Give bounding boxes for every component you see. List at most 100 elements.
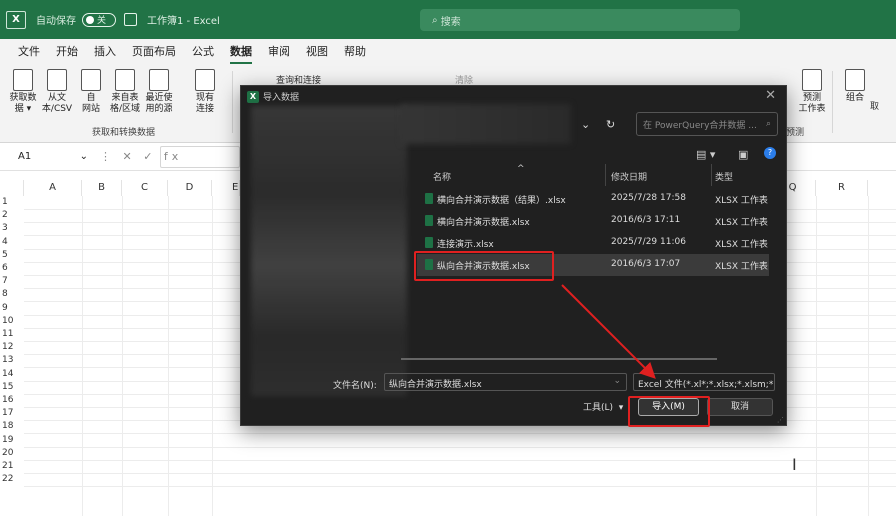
chevron-down-icon: ⌄ (79, 151, 88, 162)
get-data-button[interactable]: 获取数 据 ▾ (6, 69, 40, 115)
row-header[interactable]: 21 (0, 461, 24, 471)
group-forecast: 预测 (786, 128, 805, 138)
from-web-button[interactable]: 自 网站 (74, 69, 108, 115)
search-box[interactable]: ⌕ 搜索 (420, 9, 740, 31)
autosave-toggle[interactable]: 关 (82, 12, 116, 27)
recent-sources-button[interactable]: 最近使 用的源 (142, 69, 176, 115)
row-header[interactable]: 12 (0, 342, 24, 352)
row-header[interactable]: 4 (0, 237, 24, 247)
row-header[interactable]: 19 (0, 435, 24, 445)
tab-file[interactable]: 文件 (10, 43, 48, 65)
autosave-state: 关 (97, 16, 107, 26)
from-text-csv-label: 从文 本/CSV (41, 93, 73, 114)
tools-button[interactable]: 工具(L) ▾ (583, 400, 623, 413)
file-type-select[interactable]: Excel 文件(*.xl*;*.xlsx;*.xlsm;* (633, 373, 775, 391)
cancel-button[interactable]: 取消 (707, 398, 773, 416)
dialog-search-box[interactable]: 在 PowerQuery合并数据 ... ⌕ (636, 112, 778, 136)
row-header[interactable]: 10 (0, 316, 24, 326)
column-header[interactable]: E (212, 180, 240, 196)
excel-logo-icon: X (6, 10, 26, 29)
tab-insert[interactable]: 插入 (86, 43, 124, 65)
horizontal-scrollbar[interactable] (401, 358, 717, 360)
column-date-header[interactable]: 修改日期 (611, 170, 647, 183)
column-header[interactable]: C (122, 180, 168, 196)
resize-grip-icon[interactable]: ⋰ (777, 416, 784, 424)
formula-input[interactable] (160, 146, 240, 168)
file-name: 连接演示.xlsx (437, 240, 494, 250)
column-header[interactable]: D (168, 180, 212, 196)
file-type: XLSX 工作表 (715, 196, 768, 206)
file-date: 2016/6/3 17:11 (611, 215, 681, 225)
chevron-down-icon[interactable]: ⌄ (613, 376, 621, 386)
address-bar-blurred[interactable] (401, 104, 571, 144)
row-header[interactable]: 8 (0, 289, 24, 299)
row-header[interactable]: 9 (0, 303, 24, 313)
ribbon-overflow-label: 取 (870, 102, 880, 112)
file-name: 横向合并演示数据（结果）.xlsx (437, 196, 566, 206)
row-header[interactable]: 11 (0, 329, 24, 339)
filename-value: 纵向合并演示数据.xlsx (389, 380, 482, 390)
row-header[interactable]: 13 (0, 355, 24, 365)
forecast-sheet-button[interactable]: 预测 工作表 (795, 69, 829, 115)
row-header[interactable]: 5 (0, 250, 24, 260)
tab-data[interactable]: 数据 (222, 43, 260, 65)
row-header[interactable]: 22 (0, 474, 24, 484)
excel-file-icon (425, 215, 433, 226)
file-date: 2016/6/3 17:07 (611, 259, 681, 269)
group-label: 组合 (845, 93, 864, 103)
forecast-sheet-label: 预测 工作表 (798, 93, 826, 114)
from-text-csv-button[interactable]: 从文 本/CSV (40, 69, 74, 115)
table-icon (115, 69, 135, 91)
row-header[interactable]: 17 (0, 408, 24, 418)
tab-formulas[interactable]: 公式 (184, 43, 222, 65)
row-header[interactable]: 14 (0, 369, 24, 379)
row-header[interactable]: 16 (0, 395, 24, 405)
tab-page-layout[interactable]: 页面布局 (124, 43, 184, 65)
tab-review[interactable]: 审阅 (260, 43, 298, 65)
annotation-highlight-file (414, 251, 554, 281)
row-header[interactable]: 18 (0, 421, 24, 431)
column-name-header[interactable]: 名称 (433, 170, 451, 183)
column-header[interactable]: R (816, 180, 868, 196)
row-header[interactable]: 7 (0, 276, 24, 286)
row-header[interactable]: 6 (0, 263, 24, 273)
tab-help[interactable]: 帮助 (336, 43, 374, 65)
chart-icon (802, 69, 822, 91)
title-bar: X 自动保存 关 工作簿1 - Excel ⌕ 搜索 (0, 0, 896, 39)
name-box[interactable]: A1 ⌄ (4, 147, 94, 167)
help-icon[interactable]: ? (764, 147, 776, 159)
row-header[interactable]: 20 (0, 448, 24, 458)
file-date: 2025/7/29 11:06 (611, 237, 686, 247)
close-icon[interactable]: ✕ (765, 88, 776, 103)
refresh-icon[interactable]: ↻ (606, 118, 615, 131)
group-button[interactable]: 组合 (838, 69, 872, 104)
excel-file-icon (425, 193, 433, 204)
row-header[interactable]: 3 (0, 223, 24, 233)
file-row[interactable]: 横向合并演示数据（结果）.xlsx 2025/7/28 17:58 XLSX 工… (417, 188, 769, 210)
column-header[interactable]: B (82, 180, 122, 196)
row-header[interactable]: 15 (0, 382, 24, 392)
preview-pane-icon[interactable]: ▣ (738, 148, 748, 161)
save-icon[interactable] (124, 13, 137, 26)
column-header[interactable]: A (24, 180, 82, 196)
annotation-highlight-import (628, 396, 710, 427)
name-box-value: A1 (18, 151, 32, 162)
navigation-pane-blurred[interactable] (251, 106, 407, 396)
filename-input[interactable]: 纵向合并演示数据.xlsx ⌄ (384, 373, 627, 391)
chevron-down-icon[interactable]: ⌄ (581, 118, 590, 131)
filename-label: 文件名(N): (333, 381, 377, 391)
tab-view[interactable]: 视图 (298, 43, 336, 65)
search-icon: ⌕ (432, 14, 441, 26)
database-icon (13, 69, 33, 91)
existing-connections-button[interactable]: 现有 连接 (188, 69, 222, 115)
row-header[interactable]: 1 (0, 197, 24, 207)
column-type-header[interactable]: 类型 (715, 170, 733, 183)
tools-label: 工具(L) (583, 403, 614, 413)
from-table-button[interactable]: 来自表 格/区域 (108, 69, 142, 115)
file-row[interactable]: 横向合并演示数据.xlsx 2016/6/3 17:11 XLSX 工作表 (417, 210, 769, 232)
menu-bar: 文件 开始 插入 页面布局 公式 数据 审阅 视图 帮助 (0, 39, 896, 65)
view-mode-icon[interactable]: ▤ ▾ (696, 148, 715, 161)
select-all-corner[interactable] (0, 180, 24, 196)
row-header[interactable]: 2 (0, 210, 24, 220)
tab-home[interactable]: 开始 (48, 43, 86, 65)
